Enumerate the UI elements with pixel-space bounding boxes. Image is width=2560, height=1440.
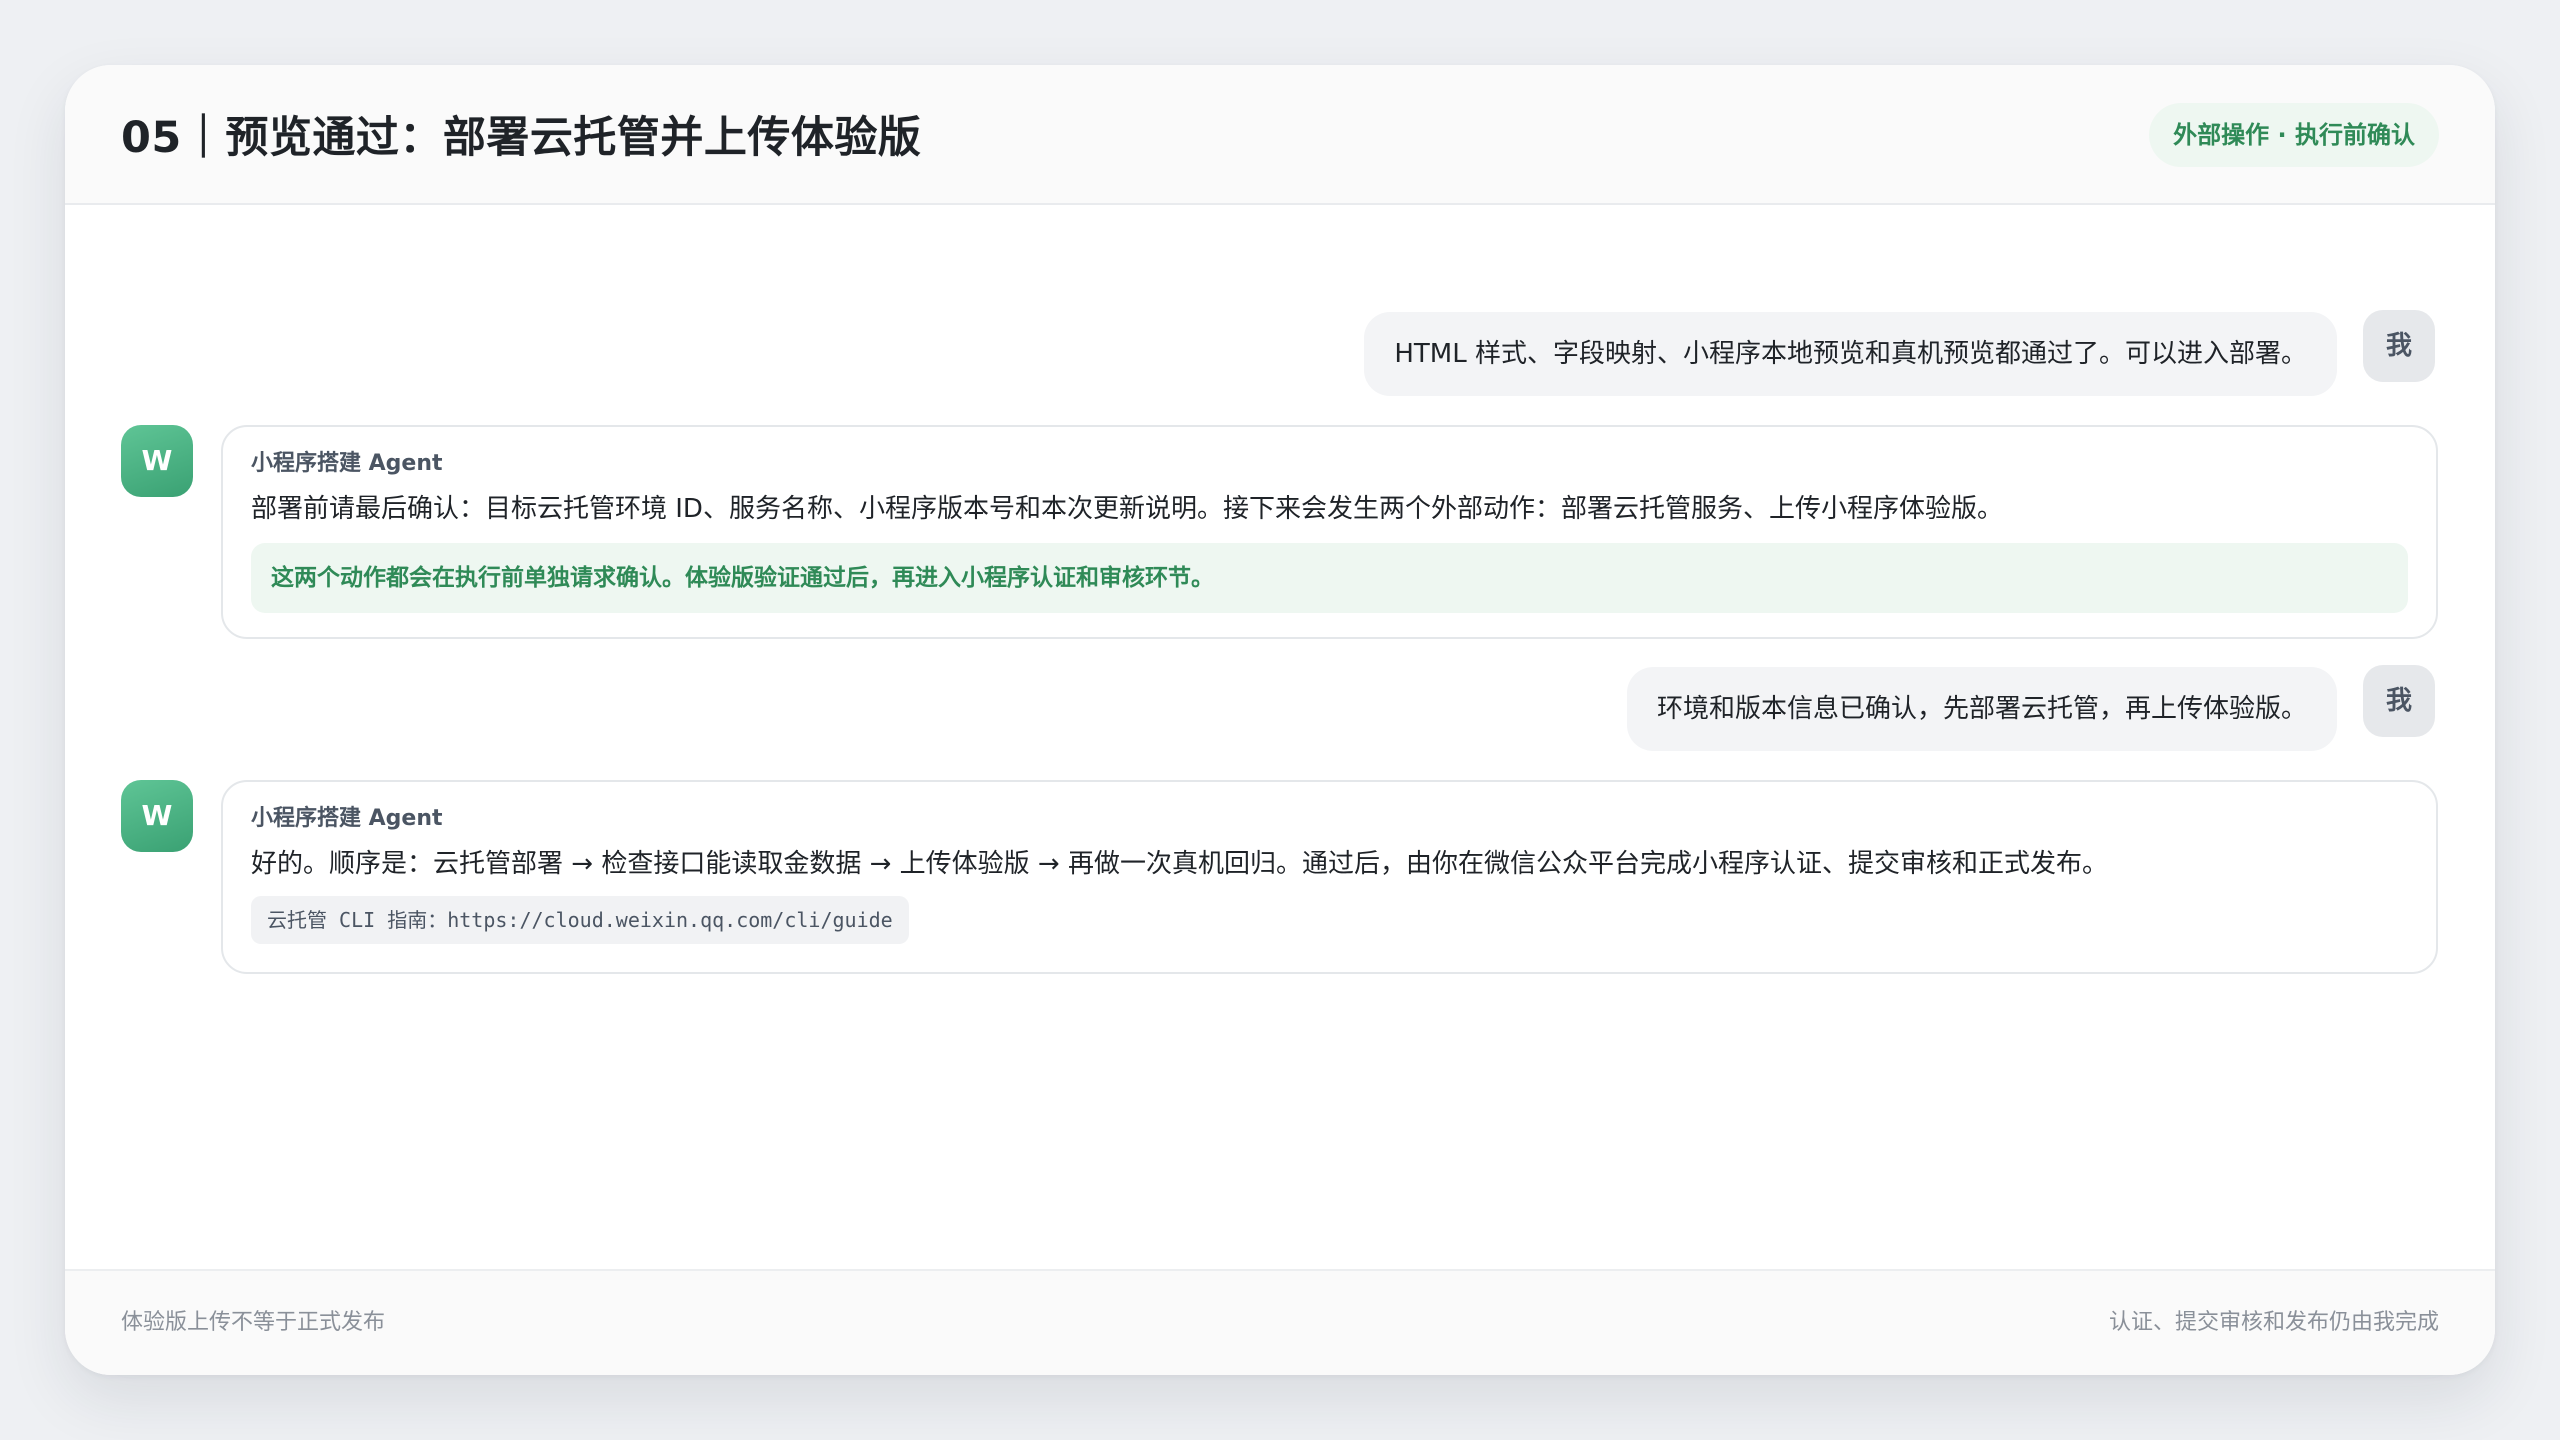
agent-name: 小程序搭建 Agent: [251, 451, 443, 476]
agent-message-text: 部署前请最后确认：目标云托管环境 ID、服务名称、小程序版本号和本次更新说明。接…: [251, 494, 2003, 524]
cli-guide-link[interactable]: 云托管 CLI 指南：https://cloud.weixin.qq.com/c…: [251, 896, 909, 944]
confirmation-note: 这两个动作都会在执行前单独请求确认。体验版验证通过后，再进入小程序认证和审核环节…: [251, 543, 2408, 613]
user-avatar: 我: [2363, 310, 2435, 382]
agent-message-text: 好的。顺序是：云托管部署 → 检查接口能读取金数据 → 上传体验版 → 再做一次…: [251, 849, 2108, 879]
agent-avatar: W: [121, 780, 193, 852]
page-title: 05｜预览通过：部署云托管并上传体验版: [121, 113, 922, 163]
status-badge: 外部操作 · 执行前确认: [2149, 103, 2439, 167]
user-message: 环境和版本信息已确认，先部署云托管，再上传体验版。 我: [1626, 665, 2435, 751]
agent-message: W 小程序搭建 Agent 好的。顺序是：云托管部署 → 检查接口能读取金数据 …: [121, 780, 2438, 974]
user-message-bubble: HTML 样式、字段映射、小程序本地预览和真机预览都通过了。可以进入部署。: [1364, 312, 2337, 396]
user-avatar: 我: [2363, 665, 2435, 737]
footer-note-right: 认证、提交审核和发布仍由我完成: [2108, 1310, 2439, 1335]
user-message: HTML 样式、字段映射、小程序本地预览和真机预览都通过了。可以进入部署。 我: [1364, 310, 2435, 396]
agent-name: 小程序搭建 Agent: [251, 806, 443, 831]
agent-message-card: 小程序搭建 Agent 部署前请最后确认：目标云托管环境 ID、服务名称、小程序…: [221, 425, 2438, 639]
agent-message: W 小程序搭建 Agent 部署前请最后确认：目标云托管环境 ID、服务名称、小…: [121, 425, 2438, 639]
user-message-bubble: 环境和版本信息已确认，先部署云托管，再上传体验版。: [1626, 667, 2337, 751]
footer-note-left: 体验版上传不等于正式发布: [121, 1310, 386, 1335]
slide-card: 05｜预览通过：部署云托管并上传体验版 外部操作 · 执行前确认 HTML 样式…: [65, 65, 2495, 1375]
agent-message-card: 小程序搭建 Agent 好的。顺序是：云托管部署 → 检查接口能读取金数据 → …: [221, 780, 2438, 974]
chat-thread: HTML 样式、字段映射、小程序本地预览和真机预览都通过了。可以进入部署。 我 …: [65, 205, 2495, 1235]
header: 05｜预览通过：部署云托管并上传体验版 外部操作 · 执行前确认: [65, 65, 2495, 205]
agent-avatar: W: [121, 425, 193, 497]
footer: 体验版上传不等于正式发布 认证、提交审核和发布仍由我完成: [65, 1269, 2495, 1375]
